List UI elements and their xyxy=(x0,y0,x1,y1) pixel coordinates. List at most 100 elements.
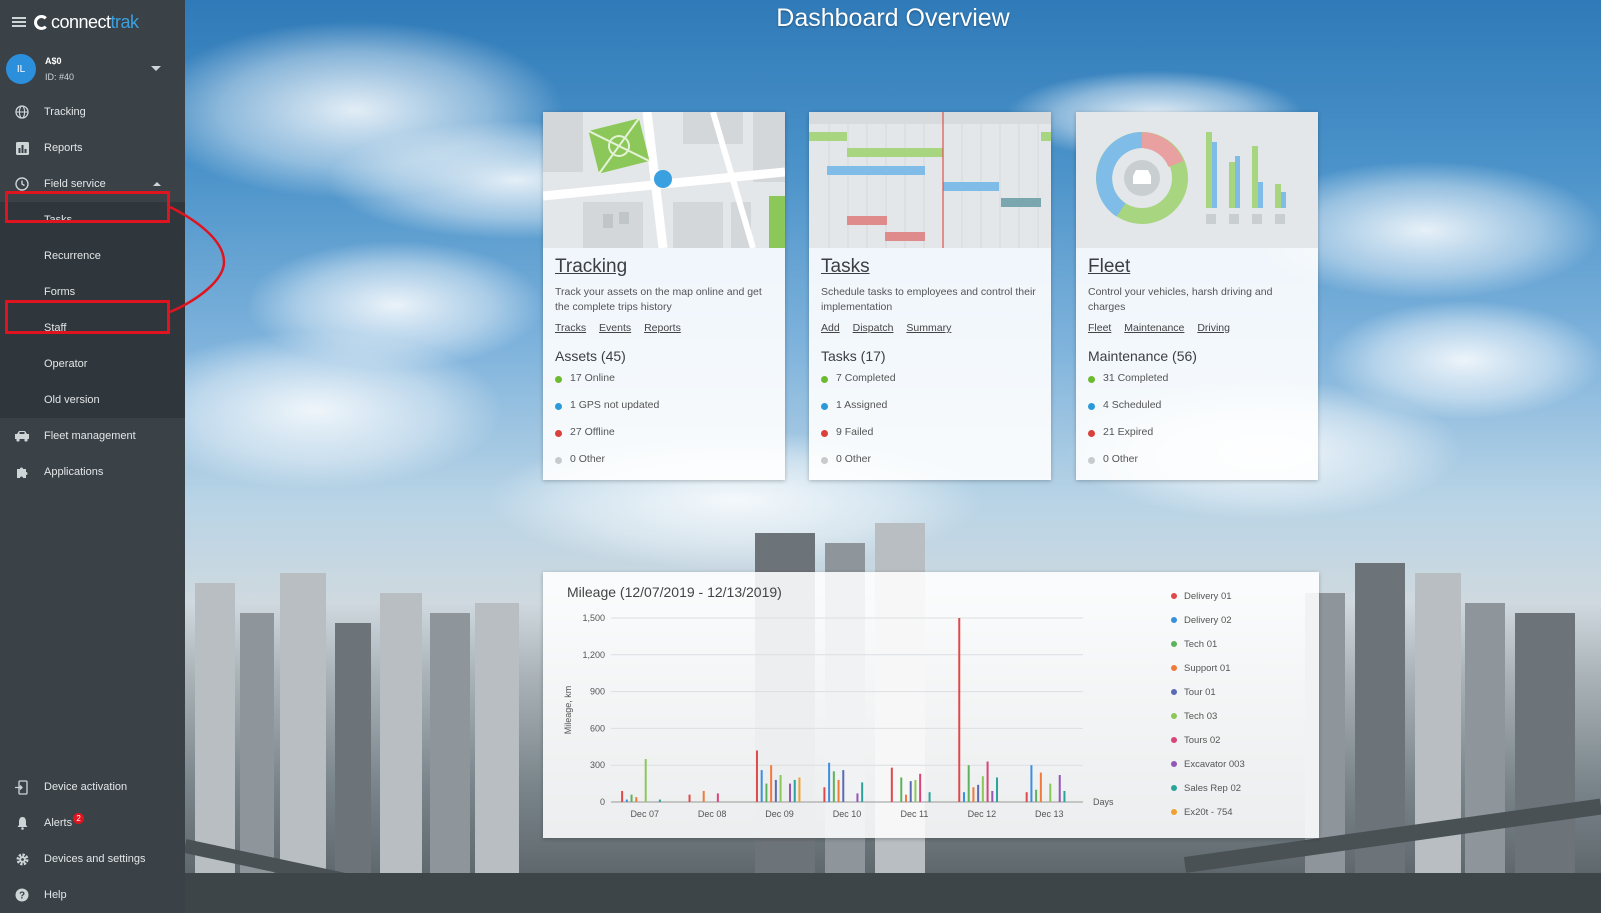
bar-delivery-01 xyxy=(958,618,961,802)
card-title[interactable]: Tracking xyxy=(555,256,773,278)
gear-icon xyxy=(0,852,44,867)
chart-icon xyxy=(0,141,44,155)
sidebar-item-device-activation[interactable]: Device activation xyxy=(0,769,185,805)
link-summary[interactable]: Summary xyxy=(906,322,951,334)
sidebar-item-reports[interactable]: Reports xyxy=(0,130,185,166)
bar-sales-rep-02 xyxy=(996,777,999,802)
legend-item[interactable]: Support 01 xyxy=(1171,656,1245,680)
y-axis-title: Mileage, km xyxy=(563,686,573,735)
x-tick-label: Dec 07 xyxy=(630,809,659,819)
bar-delivery-01 xyxy=(890,767,893,802)
bar-tech-03 xyxy=(1049,783,1052,802)
logo-text-accent: trak xyxy=(110,11,140,32)
stat-title: Maintenance (56) xyxy=(1088,348,1197,364)
link-add[interactable]: Add xyxy=(821,322,840,334)
legend-dot-icon xyxy=(1171,593,1177,599)
sidebar-item-label: Fleet management xyxy=(44,430,136,442)
bar-delivery-02 xyxy=(962,792,965,802)
fleet-card: Fleet Control your vehicles, harsh drivi… xyxy=(1076,112,1318,480)
legend-item[interactable]: Tour 01 xyxy=(1171,680,1245,704)
stat-label: 4 Scheduled xyxy=(1103,398,1162,411)
sidebar-item-fleet-management[interactable]: Fleet management xyxy=(0,418,185,454)
card-title[interactable]: Tasks xyxy=(821,256,1039,278)
stat-row: 7 Completed xyxy=(821,364,1039,391)
stat-label: 21 Expired xyxy=(1103,425,1154,438)
sidebar-item-help[interactable]: ? Help xyxy=(0,877,185,913)
legend-item[interactable]: Delivery 02 xyxy=(1171,608,1245,632)
app-logo[interactable]: connect trak xyxy=(34,12,139,33)
chevron-down-icon[interactable] xyxy=(151,66,161,71)
stat-row: 9 Failed xyxy=(821,418,1039,445)
chart-legend: Delivery 01 Delivery 02 Tech 01 Support 01 T… xyxy=(1171,584,1245,824)
link-dispatch[interactable]: Dispatch xyxy=(853,322,894,334)
bar-delivery-01 xyxy=(755,750,758,802)
sidebar-item-tracking[interactable]: Tracking xyxy=(0,94,185,130)
highlight-field-service xyxy=(5,191,170,223)
legend-item[interactable]: Ex20t - 754 xyxy=(1171,800,1245,824)
bell-icon xyxy=(0,816,44,830)
stat-label: 17 Online xyxy=(570,371,615,384)
legend-item[interactable]: Delivery 01 xyxy=(1171,584,1245,608)
link-fleet[interactable]: Fleet xyxy=(1088,322,1111,334)
bar-tech-01 xyxy=(765,783,768,802)
bar-tech-01 xyxy=(832,771,835,802)
legend-item[interactable]: Sales Rep 02 xyxy=(1171,776,1245,800)
sidebar-item-label: Help xyxy=(44,889,67,901)
globe-icon xyxy=(0,105,44,119)
legend-item[interactable]: Tech 01 xyxy=(1171,632,1245,656)
bar-sales-rep-02 xyxy=(861,782,864,802)
stat-title: Assets (45) xyxy=(555,348,626,364)
legend-dot-icon xyxy=(1171,689,1177,695)
bar-tech-03 xyxy=(981,776,984,802)
legend-label: Tour 01 xyxy=(1184,686,1216,698)
bar-ex20t-754 xyxy=(798,777,801,802)
legend-item[interactable]: Tech 03 xyxy=(1171,704,1245,728)
bar-tech-01 xyxy=(630,794,633,802)
link-maintenance[interactable]: Maintenance xyxy=(1124,322,1184,334)
sidebar-item-label: Applications xyxy=(44,466,104,478)
sidebar-item-label: Reports xyxy=(44,142,83,154)
legend-dot-icon xyxy=(1171,785,1177,791)
bar-tech-01 xyxy=(1035,789,1038,802)
sidebar-item-applications[interactable]: Applications xyxy=(0,454,185,490)
card-description: Schedule tasks to employees and control … xyxy=(821,286,1036,313)
sidebar-item-alerts[interactable]: Alerts 2 xyxy=(0,805,185,841)
legend-dot-icon xyxy=(1171,809,1177,815)
stat-row: 0 Other xyxy=(1088,445,1306,472)
bar-tech-01 xyxy=(900,777,903,802)
status-dot-icon xyxy=(555,403,562,410)
bar-support-01 xyxy=(770,765,773,802)
bar-sales-rep-02 xyxy=(658,799,661,802)
bar-tour-01 xyxy=(909,781,912,802)
user-menu[interactable]: IL A$0 ID: #40 xyxy=(0,44,185,94)
status-dot-icon xyxy=(1088,430,1095,437)
bar-tech-03 xyxy=(914,779,917,802)
card-title[interactable]: Fleet xyxy=(1088,256,1306,278)
bar-tech-03 xyxy=(644,759,647,802)
link-driving[interactable]: Driving xyxy=(1197,322,1230,334)
link-events[interactable]: Events xyxy=(599,322,631,334)
status-dot-icon xyxy=(1088,403,1095,410)
y-tick-label: 600 xyxy=(590,723,605,733)
link-tracks[interactable]: Tracks xyxy=(555,322,586,334)
sidebar-subitem-recurrence[interactable]: Recurrence xyxy=(0,238,185,274)
menu-icon[interactable] xyxy=(12,17,26,27)
y-tick-label: 1,200 xyxy=(582,650,605,660)
status-dot-icon xyxy=(1088,376,1095,383)
stat-row: 1 Assigned xyxy=(821,391,1039,418)
stat-row: 17 Online xyxy=(555,364,773,391)
legend-item[interactable]: Excavator 003 xyxy=(1171,752,1245,776)
sidebar-item-devices-settings[interactable]: Devices and settings xyxy=(0,841,185,877)
bar-excavator-003 xyxy=(856,793,859,802)
sidebar-subitem-operator[interactable]: Operator xyxy=(0,346,185,382)
annotation-connector xyxy=(169,205,226,314)
bar-delivery-02 xyxy=(625,799,628,802)
link-reports[interactable]: Reports xyxy=(644,322,681,334)
legend-label: Ex20t - 754 xyxy=(1184,806,1233,818)
stat-row: 1 GPS not updated xyxy=(555,391,773,418)
avatar: IL xyxy=(6,54,36,84)
legend-item[interactable]: Tours 02 xyxy=(1171,728,1245,752)
sidebar-subitem-old-version[interactable]: Old version xyxy=(0,382,185,418)
stat-label: 1 Assigned xyxy=(836,398,888,411)
stat-title: Tasks (17) xyxy=(821,348,886,364)
